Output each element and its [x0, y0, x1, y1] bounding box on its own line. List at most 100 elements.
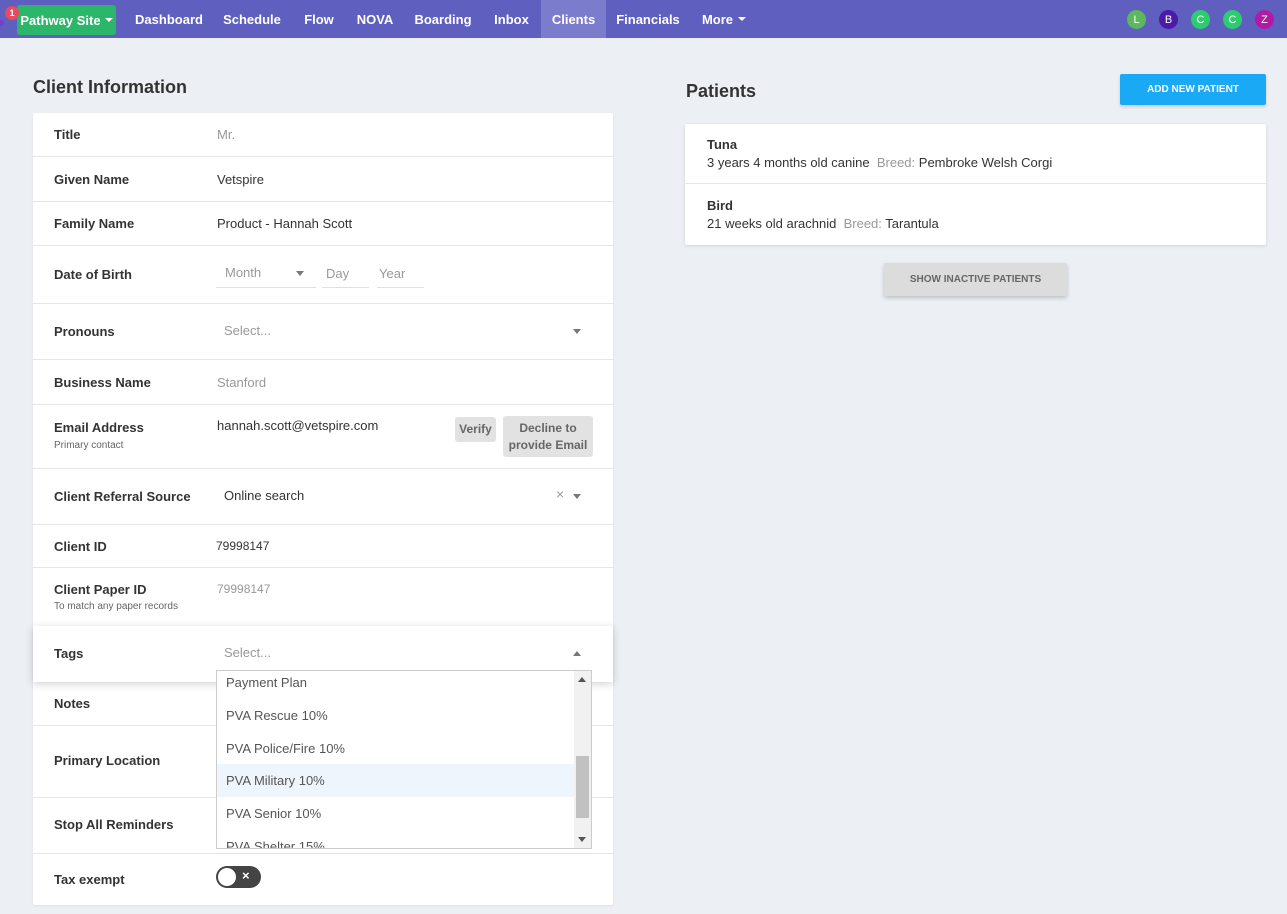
family-name-label: Family Name — [54, 216, 135, 231]
patient-description: 21 weeks old arachnid Breed: Tarantula — [707, 216, 939, 231]
tax-exempt-row: Tax exempt — [33, 854, 613, 905]
avatar[interactable]: C — [1223, 10, 1242, 29]
notes-label: Notes — [54, 696, 91, 711]
top-navbar: Pathway Site 1 Dashboard Schedule Flow N… — [0, 0, 1287, 38]
patient-breed: Pembroke Welsh Corgi — [918, 155, 1053, 170]
verify-button[interactable]: Verify — [455, 417, 496, 442]
title-input[interactable]: Mr. — [217, 127, 235, 142]
dropdown-option[interactable]: PVA Shelter 15% — [217, 830, 575, 848]
show-inactive-patients-button[interactable]: SHOW INACTIVE PATIENTS — [884, 263, 1067, 296]
scroll-up-icon[interactable] — [578, 677, 586, 682]
chevron-down-icon[interactable] — [573, 494, 581, 499]
add-new-patient-button[interactable]: ADD NEW PATIENT — [1120, 74, 1266, 105]
patient-age-species: 21 weeks old arachnid — [707, 216, 837, 231]
email-input[interactable]: hannah.scott@vetspire.com — [217, 418, 378, 433]
referral-select[interactable]: Online search — [224, 488, 304, 503]
client-info-title: Client Information — [33, 77, 187, 97]
scrollbar-thumb[interactable] — [576, 756, 589, 818]
chevron-down-icon — [296, 271, 304, 276]
decline-email-button[interactable]: Decline to provide Email — [503, 416, 593, 457]
dob-month-placeholder: Month — [225, 265, 262, 280]
avatar[interactable]: B — [1159, 10, 1178, 29]
scroll-down-icon[interactable] — [578, 837, 586, 842]
status-dot — [0, 20, 4, 26]
dob-month-select[interactable]: Month — [216, 258, 316, 288]
patient-name[interactable]: Bird — [707, 198, 733, 213]
tags-dropdown-menu: Payment Plan PVA Rescue 10% PVA Police/F… — [216, 670, 592, 849]
dob-year-input[interactable]: Year — [377, 258, 424, 288]
dob-row: Date of Birth Month Day Year — [33, 246, 613, 304]
nav-boarding[interactable]: Boarding — [404, 0, 482, 38]
breed-label: Breed: — [876, 155, 916, 170]
dropdown-option-highlighted[interactable]: PVA Military 10% — [217, 764, 575, 797]
toggle-knob — [218, 868, 236, 886]
given-name-label: Given Name — [54, 172, 130, 187]
email-row: Email Address Primary contact hannah.sco… — [33, 405, 613, 469]
list-item[interactable]: Tuna 3 years 4 months old canine Breed: … — [685, 124, 1266, 184]
given-name-row: Given Name Vetspire — [33, 157, 613, 202]
pronouns-select[interactable]: Select... — [224, 323, 271, 338]
clear-icon[interactable]: × — [556, 486, 564, 502]
stop-reminders-label: Stop All Reminders — [54, 817, 174, 832]
paper-id-input[interactable]: 79998147 — [217, 582, 270, 596]
nav-schedule[interactable]: Schedule — [212, 0, 292, 38]
nav-clients[interactable]: Clients — [541, 0, 606, 38]
dob-day-input[interactable]: Day — [322, 258, 369, 288]
dropdown-option[interactable]: PVA Police/Fire 10% — [217, 732, 575, 765]
list-item[interactable]: Bird 21 weeks old arachnid Breed: Tarant… — [685, 185, 1266, 245]
family-name-row: Family Name Product - Hannah Scott — [33, 202, 613, 246]
patient-age-species: 3 years 4 months old canine — [707, 155, 870, 170]
avatar[interactable]: C — [1191, 10, 1210, 29]
avatar[interactable]: Z — [1255, 10, 1274, 29]
patient-breed: Tarantula — [885, 216, 939, 231]
referral-label: Client Referral Source — [54, 489, 191, 504]
client-id-row: Client ID 79998147 — [33, 525, 613, 568]
notification-badge[interactable]: 1 — [5, 6, 19, 20]
nav-inbox[interactable]: Inbox — [482, 0, 541, 38]
decline-email-label-line1: Decline to — [519, 420, 577, 435]
dropdown-scrollbar[interactable] — [574, 671, 591, 848]
close-icon: × — [242, 868, 250, 883]
dropdown-option[interactable]: PVA Rescue 10% — [217, 699, 575, 732]
paper-id-label: Client Paper ID — [54, 582, 147, 597]
nav-financials[interactable]: Financials — [606, 0, 690, 38]
email-label: Email Address — [54, 420, 144, 435]
title-label: Title — [54, 127, 81, 142]
chevron-down-icon[interactable] — [573, 329, 581, 334]
chevron-up-icon[interactable] — [573, 651, 581, 656]
tax-exempt-toggle[interactable]: × — [216, 866, 261, 888]
business-name-input[interactable]: Stanford — [217, 375, 266, 390]
site-selector-label: Pathway Site — [20, 12, 101, 28]
nav-more-label: More — [701, 11, 734, 27]
nav-dashboard[interactable]: Dashboard — [126, 0, 212, 38]
client-id-label: Client ID — [54, 539, 107, 554]
primary-location-label: Primary Location — [54, 753, 161, 768]
dob-label: Date of Birth — [54, 267, 132, 282]
chevron-down-icon — [738, 17, 747, 21]
dob-day-placeholder: Day — [326, 266, 350, 281]
avatar[interactable]: L — [1127, 10, 1146, 29]
family-name-input[interactable]: Product - Hannah Scott — [217, 216, 352, 231]
nav-more[interactable]: More — [690, 0, 758, 38]
tax-exempt-label: Tax exempt — [54, 872, 125, 887]
patient-description: 3 years 4 months old canine Breed: Pembr… — [707, 155, 1052, 170]
site-selector-button[interactable]: Pathway Site — [17, 5, 116, 35]
chevron-down-icon — [104, 18, 113, 22]
dob-year-placeholder: Year — [379, 266, 406, 281]
nav-flow[interactable]: Flow — [292, 0, 346, 38]
patient-name[interactable]: Tuna — [707, 137, 737, 152]
dropdown-option[interactable]: Payment Plan — [217, 671, 575, 699]
breed-label: Breed: — [843, 216, 882, 231]
nav-nova[interactable]: NOVA — [346, 0, 404, 38]
tags-select[interactable]: Select... — [224, 645, 271, 660]
given-name-input[interactable]: Vetspire — [217, 172, 264, 187]
email-sublabel: Primary contact — [54, 440, 124, 451]
paper-id-row: Client Paper ID To match any paper recor… — [33, 568, 613, 626]
pronouns-label: Pronouns — [54, 324, 115, 339]
patients-title: Patients — [686, 81, 757, 101]
patients-list: Tuna 3 years 4 months old canine Breed: … — [685, 124, 1266, 245]
dropdown-option[interactable]: PVA Senior 10% — [217, 797, 575, 830]
tags-label: Tags — [54, 646, 84, 661]
client-id-value: 79998147 — [216, 539, 270, 553]
business-name-label: Business Name — [54, 375, 151, 390]
